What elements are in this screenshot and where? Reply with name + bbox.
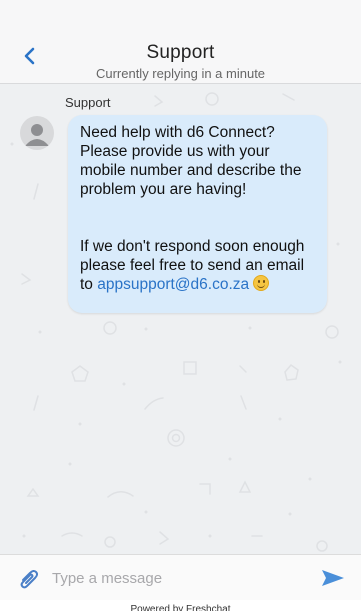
- attach-button[interactable]: [16, 566, 40, 590]
- user-avatar-icon: [25, 124, 49, 146]
- sender-name: Support: [65, 95, 111, 110]
- message-composer: [0, 554, 361, 600]
- reply-status-subtitle: Currently replying in a minute: [95, 66, 266, 81]
- send-icon: [322, 570, 344, 586]
- message-input[interactable]: [52, 565, 312, 591]
- send-button[interactable]: [320, 566, 346, 590]
- powered-by-footer: Powered by Freshchat: [0, 600, 361, 611]
- message-paragraph-2: If we don't respond soon enough please f…: [80, 237, 317, 294]
- status-bar: [0, 0, 361, 20]
- message-bubble: Need help with d6 Connect? Please provid…: [68, 115, 327, 313]
- paperclip-icon: [20, 569, 39, 589]
- chat-header: Support Currently replying in a minute: [0, 20, 361, 84]
- slightly-smiling-face-icon: [253, 275, 270, 291]
- avatar: [20, 116, 54, 150]
- email-link[interactable]: appsupport@d6.co.za: [97, 276, 249, 293]
- chat-area[interactable]: Support Need help with d6 Connect? Pleas…: [0, 84, 361, 554]
- message-paragraph-1: Need help with d6 Connect? Please provid…: [80, 124, 302, 198]
- page-title: Support: [146, 42, 215, 63]
